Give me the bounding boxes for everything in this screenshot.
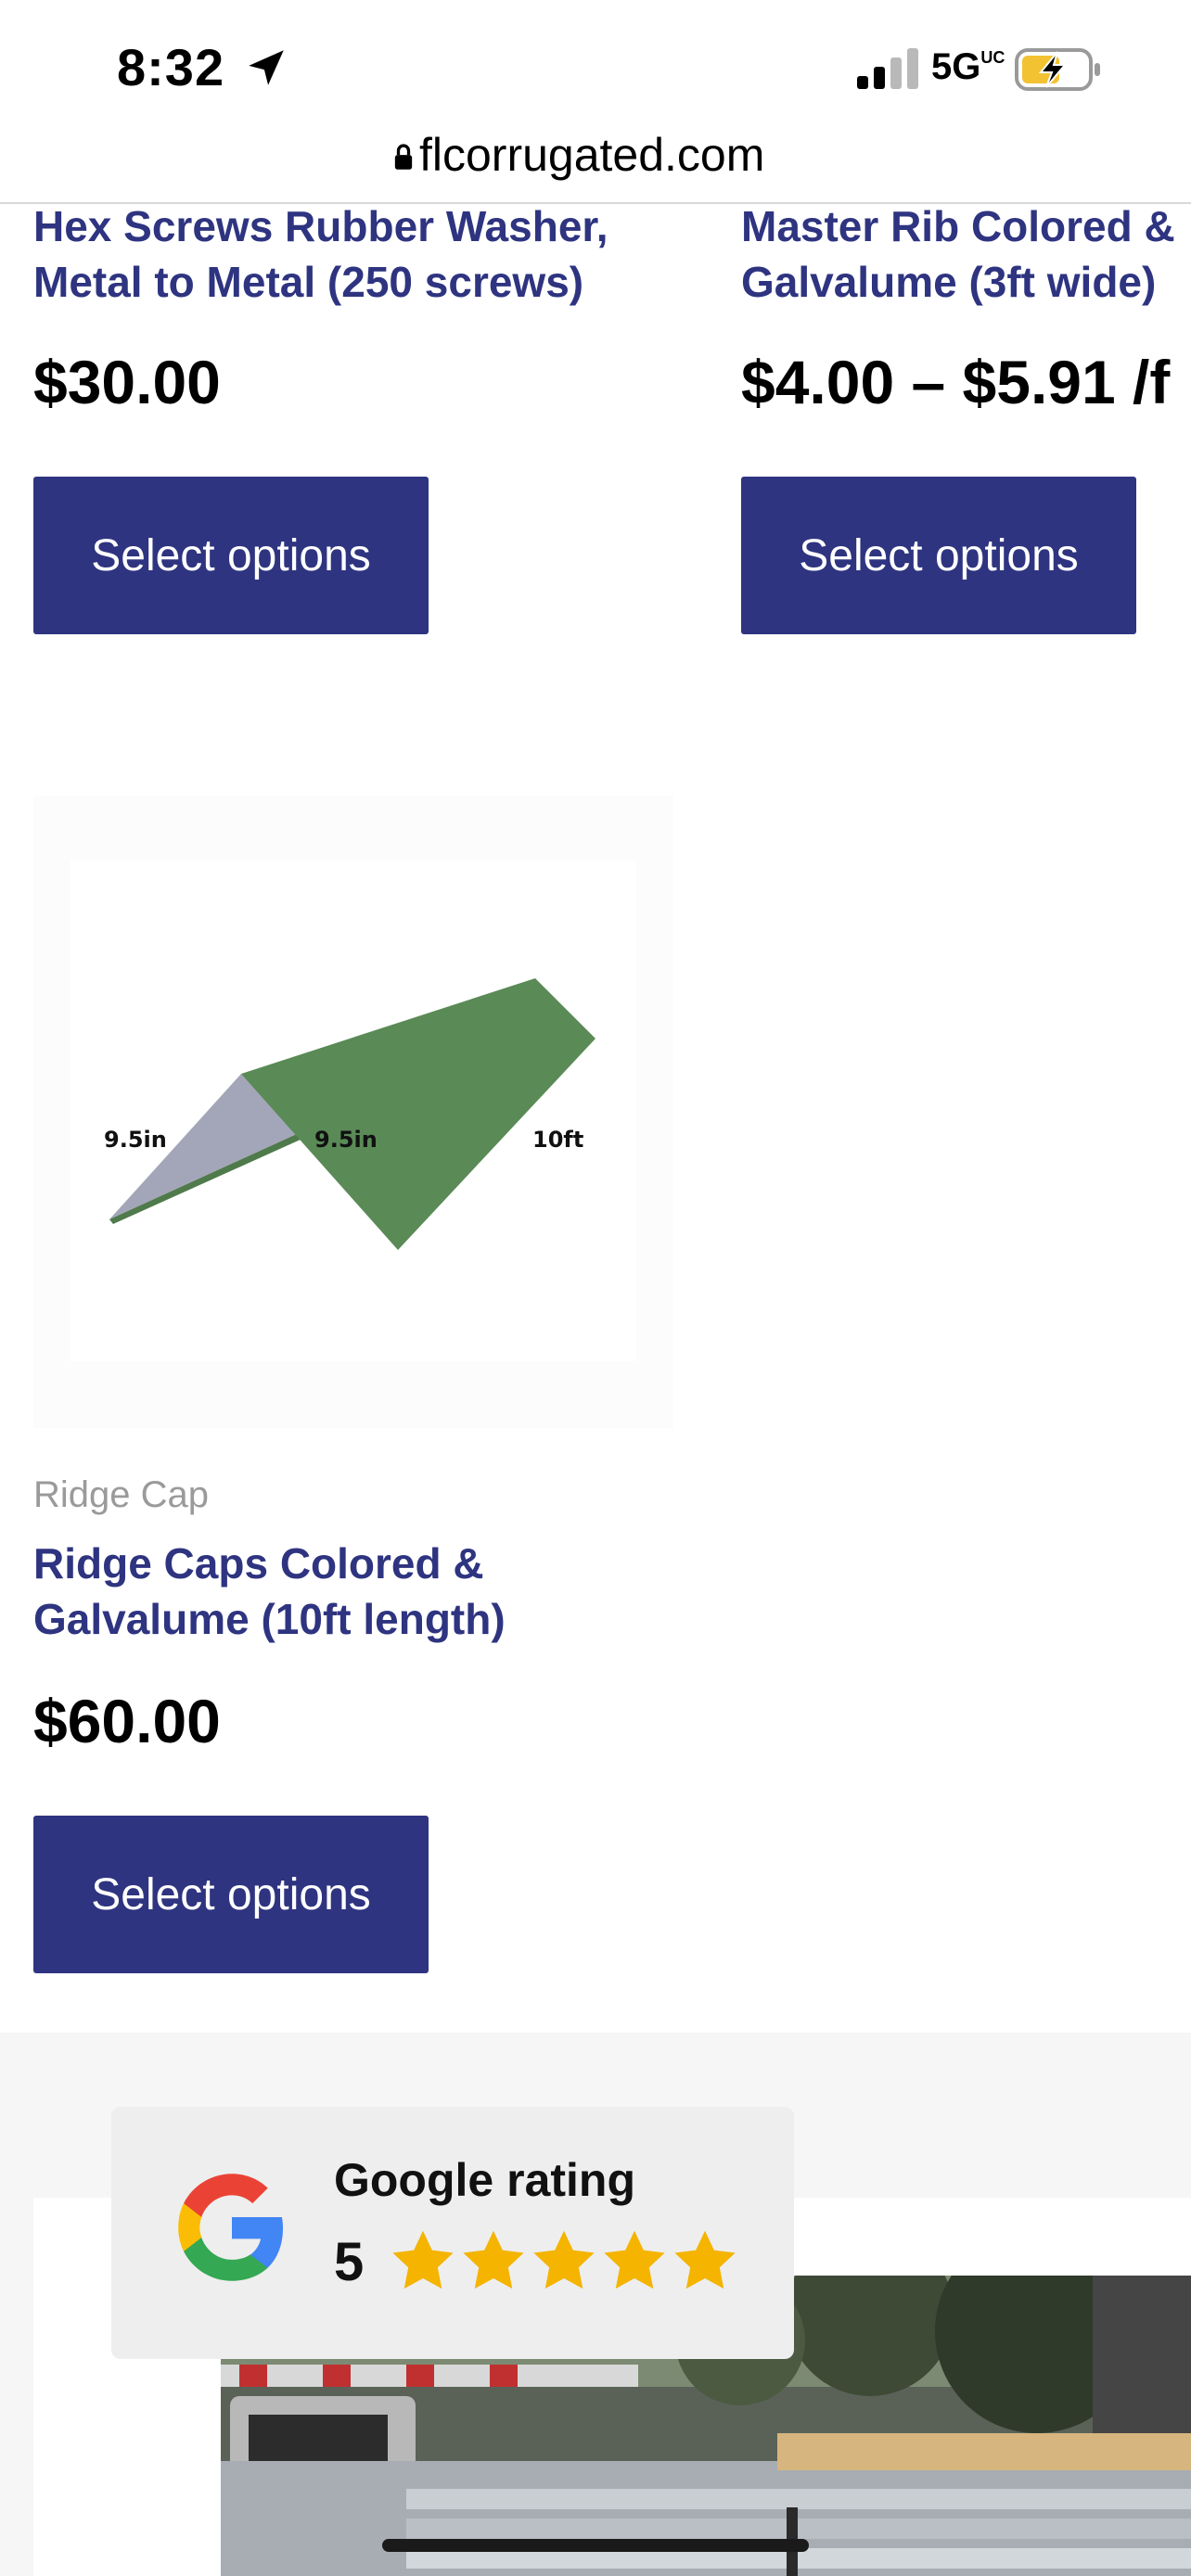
battery-charging-icon [1015, 48, 1100, 91]
select-options-button[interactable]: Select options [33, 477, 429, 634]
dimension-label: 10ft [532, 1127, 583, 1153]
product-title-line[interactable]: Ridge Caps Colored & [33, 1536, 506, 1591]
status-time: 8:32 [117, 38, 225, 96]
dimension-label: 9.5in [314, 1127, 378, 1153]
product-price: $4.00 – $5.91 /f [741, 348, 1171, 416]
star-icon [604, 2230, 665, 2289]
product-title[interactable]: Hex Screws Rubber Washer, Metal to Metal… [33, 198, 608, 310]
home-indicator[interactable] [382, 2539, 809, 2552]
location-arrow-icon [249, 50, 284, 85]
google-rating-badge[interactable]: Google rating 5 [111, 2107, 794, 2359]
product-category[interactable]: Ridge Cap [33, 1474, 209, 1516]
product-title-line[interactable]: Master Rib Colored & [741, 198, 1175, 254]
product-price: $60.00 [33, 1687, 221, 1755]
address-bar[interactable]: flcorrugated.com [0, 122, 1191, 204]
product-title[interactable]: Ridge Caps Colored & Galvalume (10ft len… [33, 1536, 506, 1647]
product-title-line[interactable]: Galvalume (10ft length) [33, 1591, 506, 1647]
star-icon [392, 2230, 454, 2289]
signal-icon [857, 48, 918, 89]
url-text: flcorrugated.com [419, 129, 765, 181]
star-icon [533, 2230, 595, 2289]
product-price: $30.00 [33, 348, 221, 416]
status-bar: 8:32 5GUC [0, 0, 1191, 130]
star-icon [674, 2230, 736, 2289]
rating-score: 5 [334, 2232, 365, 2292]
star-icon [463, 2230, 524, 2289]
google-logo-icon [178, 2174, 283, 2281]
network-label: 5GUC [931, 46, 1005, 87]
select-options-button[interactable]: Select options [33, 1816, 429, 1973]
dimension-label: 9.5in [104, 1127, 167, 1153]
select-options-button[interactable]: Select options [741, 477, 1136, 634]
rating-title: Google rating [334, 2154, 635, 2206]
ridge-cap-product-image[interactable]: 9.5in 9.5in 10ft [33, 796, 673, 1428]
lock-icon [394, 144, 413, 170]
product-title-line[interactable]: Galvalume (3ft wide) [741, 254, 1175, 310]
product-title[interactable]: Master Rib Colored & Galvalume (3ft wide… [741, 198, 1175, 310]
product-title-line[interactable]: Hex Screws Rubber Washer, [33, 198, 608, 254]
product-title-line[interactable]: Metal to Metal (250 screws) [33, 254, 608, 310]
rating-stars [388, 2225, 740, 2296]
